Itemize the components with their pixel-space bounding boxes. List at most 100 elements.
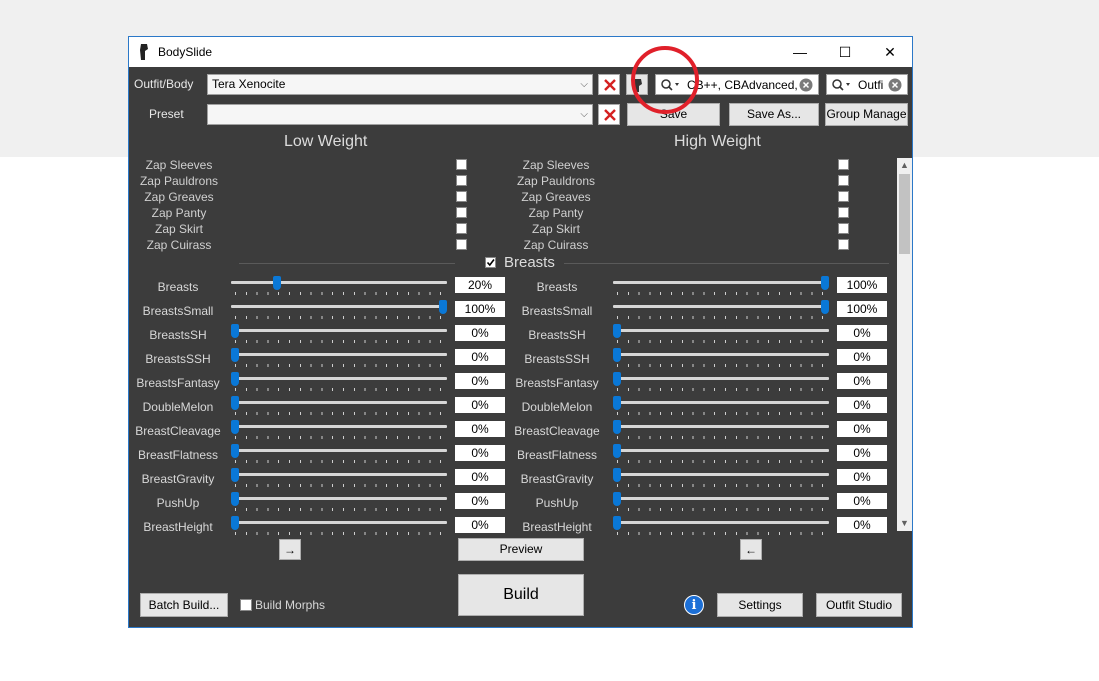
zap-checkbox-low[interactable] (456, 239, 467, 250)
slider-value-high[interactable]: 0% (837, 493, 887, 509)
slider-track-high[interactable] (613, 473, 829, 476)
build-morphs-checkbox[interactable] (240, 599, 252, 611)
slider-value-high[interactable]: 0% (837, 469, 887, 485)
slider-value-low[interactable]: 20% (455, 277, 505, 293)
slider-thumb-high[interactable] (821, 276, 829, 290)
slider-thumb-high[interactable] (613, 324, 621, 338)
clear-icon[interactable] (888, 78, 902, 92)
slider-thumb-high[interactable] (821, 300, 829, 314)
slider-thumb-high[interactable] (613, 516, 621, 530)
maximize-button[interactable]: ☐ (822, 37, 868, 67)
zap-checkbox-low[interactable] (456, 207, 467, 218)
minimize-button[interactable]: — (777, 37, 823, 67)
slider-thumb-low[interactable] (231, 396, 239, 410)
zap-checkbox-high[interactable] (838, 191, 849, 202)
outfit-clear-button[interactable] (598, 74, 620, 95)
slider-track-low[interactable] (231, 353, 447, 356)
slider-thumb-high[interactable] (613, 396, 621, 410)
slider-thumb-high[interactable] (613, 444, 621, 458)
slider-value-low[interactable]: 0% (455, 397, 505, 413)
slider-track-low[interactable] (231, 473, 447, 476)
slider-track-low[interactable] (231, 521, 447, 524)
preset-clear-button[interactable] (598, 104, 620, 125)
slider-track-high[interactable] (613, 305, 829, 308)
zap-checkbox-high[interactable] (838, 223, 849, 234)
preview-button[interactable]: Preview (458, 538, 584, 561)
slider-value-low[interactable]: 0% (455, 517, 505, 533)
group-manage-button[interactable]: Group Manage (825, 103, 908, 126)
slider-value-high[interactable]: 0% (837, 445, 887, 461)
zap-checkbox-high[interactable] (838, 239, 849, 250)
slider-thumb-low[interactable] (231, 348, 239, 362)
slider-track-high[interactable] (613, 449, 829, 452)
slider-value-low[interactable]: 0% (455, 493, 505, 509)
slider-thumb-low[interactable] (439, 300, 447, 314)
slider-track-low[interactable] (231, 449, 447, 452)
zap-checkbox-high[interactable] (838, 159, 849, 170)
slider-value-low[interactable]: 0% (455, 445, 505, 461)
slider-track-low[interactable] (231, 497, 447, 500)
zap-checkbox-low[interactable] (456, 159, 467, 170)
slider-thumb-low[interactable] (231, 444, 239, 458)
slider-value-high[interactable]: 0% (837, 421, 887, 437)
slider-thumb-high[interactable] (613, 468, 621, 482)
slider-value-low[interactable]: 0% (455, 373, 505, 389)
slider-track-low[interactable] (231, 401, 447, 404)
zap-checkbox-low[interactable] (456, 223, 467, 234)
slider-thumb-low[interactable] (231, 372, 239, 386)
slider-track-low[interactable] (231, 281, 447, 284)
slider-value-high[interactable]: 0% (837, 349, 887, 365)
slider-track-high[interactable] (613, 377, 829, 380)
slider-thumb-low[interactable] (231, 420, 239, 434)
outfit-filter-input[interactable]: Outfi (826, 74, 908, 95)
slider-value-high[interactable]: 0% (837, 373, 887, 389)
scroll-down-icon[interactable]: ▼ (897, 516, 912, 531)
scrollbar-thumb[interactable] (899, 174, 910, 254)
slider-value-low[interactable]: 0% (455, 469, 505, 485)
slider-thumb-high[interactable] (613, 348, 621, 362)
outfit-studio-button[interactable]: Outfit Studio (816, 593, 902, 617)
slider-value-low[interactable]: 100% (455, 301, 505, 317)
slider-track-low[interactable] (231, 305, 447, 308)
slider-value-high[interactable]: 100% (837, 301, 887, 317)
close-button[interactable]: ✕ (867, 37, 913, 67)
slider-thumb-low[interactable] (231, 324, 239, 338)
slider-track-low[interactable] (231, 377, 447, 380)
copy-to-low-button[interactable]: ← (740, 539, 762, 560)
clear-icon[interactable] (799, 78, 813, 92)
slider-track-high[interactable] (613, 401, 829, 404)
slider-thumb-high[interactable] (613, 492, 621, 506)
breasts-group-checkbox[interactable] (485, 257, 496, 268)
settings-button[interactable]: Settings (717, 593, 803, 617)
slider-value-high[interactable]: 0% (837, 325, 887, 341)
outfit-select[interactable]: Tera Xenocite ⌵ (207, 74, 593, 95)
zap-checkbox-high[interactable] (838, 207, 849, 218)
slider-track-high[interactable] (613, 521, 829, 524)
build-button[interactable]: Build (458, 574, 584, 616)
slider-value-high[interactable]: 100% (837, 277, 887, 293)
slider-thumb-low[interactable] (231, 492, 239, 506)
slider-thumb-low[interactable] (272, 276, 281, 290)
zap-checkbox-high[interactable] (838, 175, 849, 186)
zap-checkbox-low[interactable] (456, 191, 467, 202)
slider-track-high[interactable] (613, 353, 829, 356)
slider-value-low[interactable]: 0% (455, 349, 505, 365)
scroll-up-icon[interactable]: ▲ (897, 158, 912, 173)
preset-select[interactable]: ⌵ (207, 104, 593, 125)
slider-value-low[interactable]: 0% (455, 421, 505, 437)
vertical-scrollbar[interactable]: ▲ ▼ (897, 158, 912, 531)
slider-track-low[interactable] (231, 425, 447, 428)
slider-track-low[interactable] (231, 329, 447, 332)
slider-value-low[interactable]: 0% (455, 325, 505, 341)
slider-track-high[interactable] (613, 497, 829, 500)
zap-checkbox-low[interactable] (456, 175, 467, 186)
slider-value-high[interactable]: 0% (837, 517, 887, 533)
batch-build-button[interactable]: Batch Build... (140, 593, 228, 617)
copy-to-high-button[interactable]: → (279, 539, 301, 560)
info-icon[interactable]: i (684, 595, 704, 615)
slider-thumb-low[interactable] (231, 516, 239, 530)
slider-thumb-high[interactable] (613, 420, 621, 434)
slider-thumb-high[interactable] (613, 372, 621, 386)
slider-track-high[interactable] (613, 329, 829, 332)
slider-track-high[interactable] (613, 281, 829, 284)
